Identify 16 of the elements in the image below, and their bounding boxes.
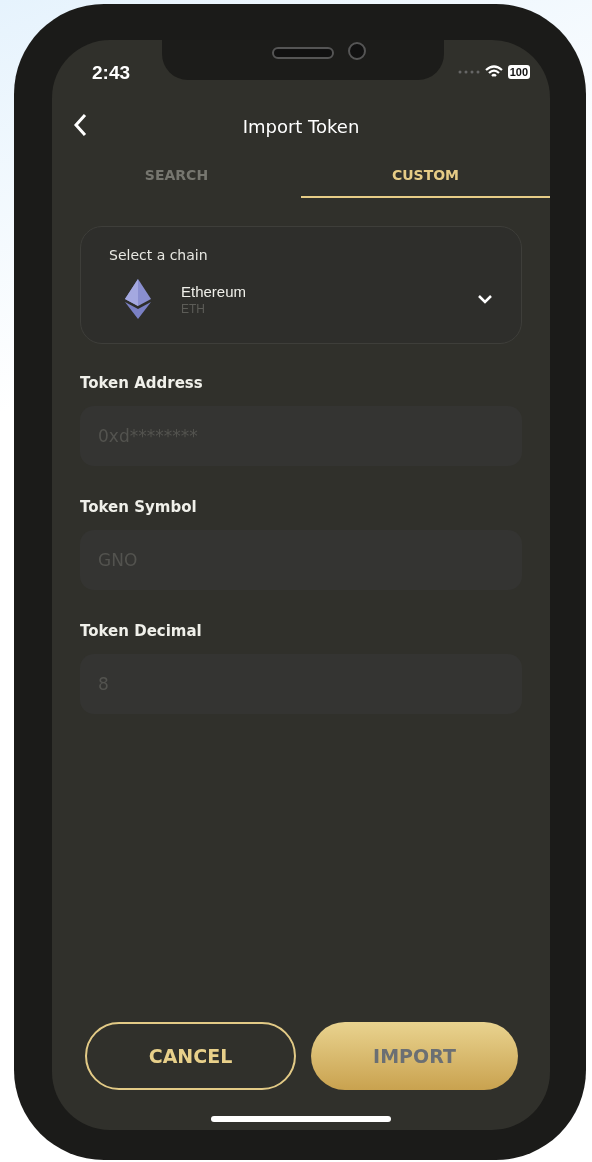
field-label: Token Address <box>80 374 204 392</box>
chevron-left-icon <box>73 112 87 137</box>
chain-label: Select a chain <box>109 247 209 263</box>
chevron-down-icon <box>477 294 493 304</box>
field-label: Token Decimal <box>80 622 203 640</box>
diamond-icon <box>125 279 151 319</box>
speaker-icon <box>272 47 334 59</box>
tab[interactable]: CUSTOM <box>301 154 550 198</box>
signal-icon <box>457 70 480 74</box>
chain-name: Ethereum <box>181 282 248 300</box>
field-label: Token Symbol <box>80 498 198 516</box>
status-time: 2:43 <box>92 62 131 84</box>
wifi-icon <box>484 65 503 79</box>
screen-title: Import Token <box>241 115 361 137</box>
cancel-button[interactable]: CANCEL <box>85 1022 296 1090</box>
battery-level: 100 <box>507 65 530 79</box>
